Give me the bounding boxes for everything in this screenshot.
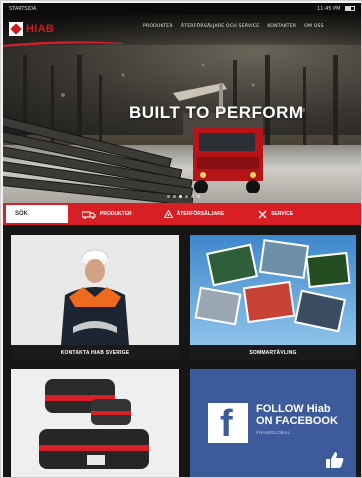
status-time: 11:45 PM bbox=[317, 6, 341, 12]
search-button[interactable]: SÖK bbox=[6, 205, 68, 223]
service-button[interactable]: SERVICE bbox=[258, 210, 293, 219]
carousel-dots bbox=[167, 195, 200, 198]
screen: STARTSIDA 11:45 PM HIAB PRODUKTER ÅTERFÖ… bbox=[3, 3, 361, 477]
facebook-icon: f bbox=[208, 403, 248, 445]
hero-truck bbox=[173, 83, 263, 193]
aterforsaljare-button[interactable]: ÅTERFÖRSÄLJARE bbox=[163, 209, 225, 219]
service-label: SERVICE bbox=[271, 211, 294, 217]
tile-contact-caption: KONTAKTA HIAB SVERIGE bbox=[11, 345, 179, 361]
carousel-dot[interactable] bbox=[191, 195, 194, 198]
carousel-dot[interactable] bbox=[179, 195, 182, 198]
nav-produkter[interactable]: PRODUKTER bbox=[143, 24, 173, 29]
red-swoosh bbox=[3, 41, 123, 47]
tile-competition-caption: SOMMARTÄVLING bbox=[190, 345, 356, 361]
nav-kontakter[interactable]: KONTAKTER bbox=[267, 24, 296, 29]
main-nav: PRODUKTER ÅTERFÖRSÄLJARE OCH SERVICE KON… bbox=[143, 24, 324, 29]
thumbs-up-icon bbox=[326, 452, 344, 468]
hero-title: BUILT TO PERFORM bbox=[129, 103, 304, 122]
facebook-subtitle: #HIABGLOBAL bbox=[256, 430, 291, 435]
tile-bags[interactable] bbox=[11, 369, 179, 477]
photo-collage bbox=[190, 235, 356, 345]
dealer-icon bbox=[163, 209, 173, 218]
tablet-frame: STARTSIDA 11:45 PM HIAB PRODUKTER ÅTERFÖ… bbox=[0, 0, 362, 478]
action-bar: SÖK PRODUKTER ÅTERFÖRSÄLJARE SERVICE bbox=[3, 203, 361, 225]
status-carrier: STARTSIDA bbox=[9, 6, 37, 12]
carousel-dot[interactable] bbox=[173, 195, 176, 198]
produkter-button[interactable]: PRODUKTER bbox=[82, 210, 132, 219]
hiab-logo[interactable]: HIAB bbox=[9, 21, 54, 37]
carousel-dot[interactable] bbox=[197, 195, 200, 198]
carousel-dot[interactable] bbox=[185, 195, 188, 198]
status-right: 11:45 PM bbox=[317, 3, 355, 15]
bags-photo bbox=[11, 369, 179, 477]
nav-aterforsaljare[interactable]: ÅTERFÖRSÄLJARE OCH SERVICE bbox=[181, 24, 259, 29]
facebook-letter: f bbox=[220, 403, 233, 445]
carousel-dot[interactable] bbox=[167, 195, 170, 198]
status-bar: STARTSIDA 11:45 PM bbox=[3, 3, 361, 15]
logo-text: HIAB bbox=[26, 23, 55, 35]
wrench-icon bbox=[258, 210, 267, 218]
facebook-title-line1: FOLLOW Hiab bbox=[256, 403, 331, 415]
hero-banner[interactable]: HIAB PRODUKTER ÅTERFÖRSÄLJARE OCH SERVIC… bbox=[3, 15, 361, 203]
nav-om-oss[interactable]: OM OSS bbox=[304, 24, 324, 29]
tile-facebook[interactable]: f FOLLOW Hiab ON FACEBOOK #HIABGLOBAL bbox=[190, 369, 356, 477]
produkter-label: PRODUKTER bbox=[100, 211, 132, 217]
facebook-title-line2: ON FACEBOOK bbox=[256, 415, 338, 427]
aterforsaljare-label: ÅTERFÖRSÄLJARE bbox=[176, 211, 225, 217]
hiab-logo-icon bbox=[9, 22, 23, 36]
worker-photo bbox=[11, 235, 179, 345]
tile-contact[interactable]: KONTAKTA HIAB SVERIGE bbox=[11, 235, 179, 361]
truck-icon bbox=[82, 211, 96, 219]
tile-competition[interactable]: SOMMARTÄVLING bbox=[190, 235, 356, 361]
battery-icon bbox=[345, 6, 355, 11]
facebook-title: FOLLOW Hiab ON FACEBOOK bbox=[256, 403, 338, 427]
